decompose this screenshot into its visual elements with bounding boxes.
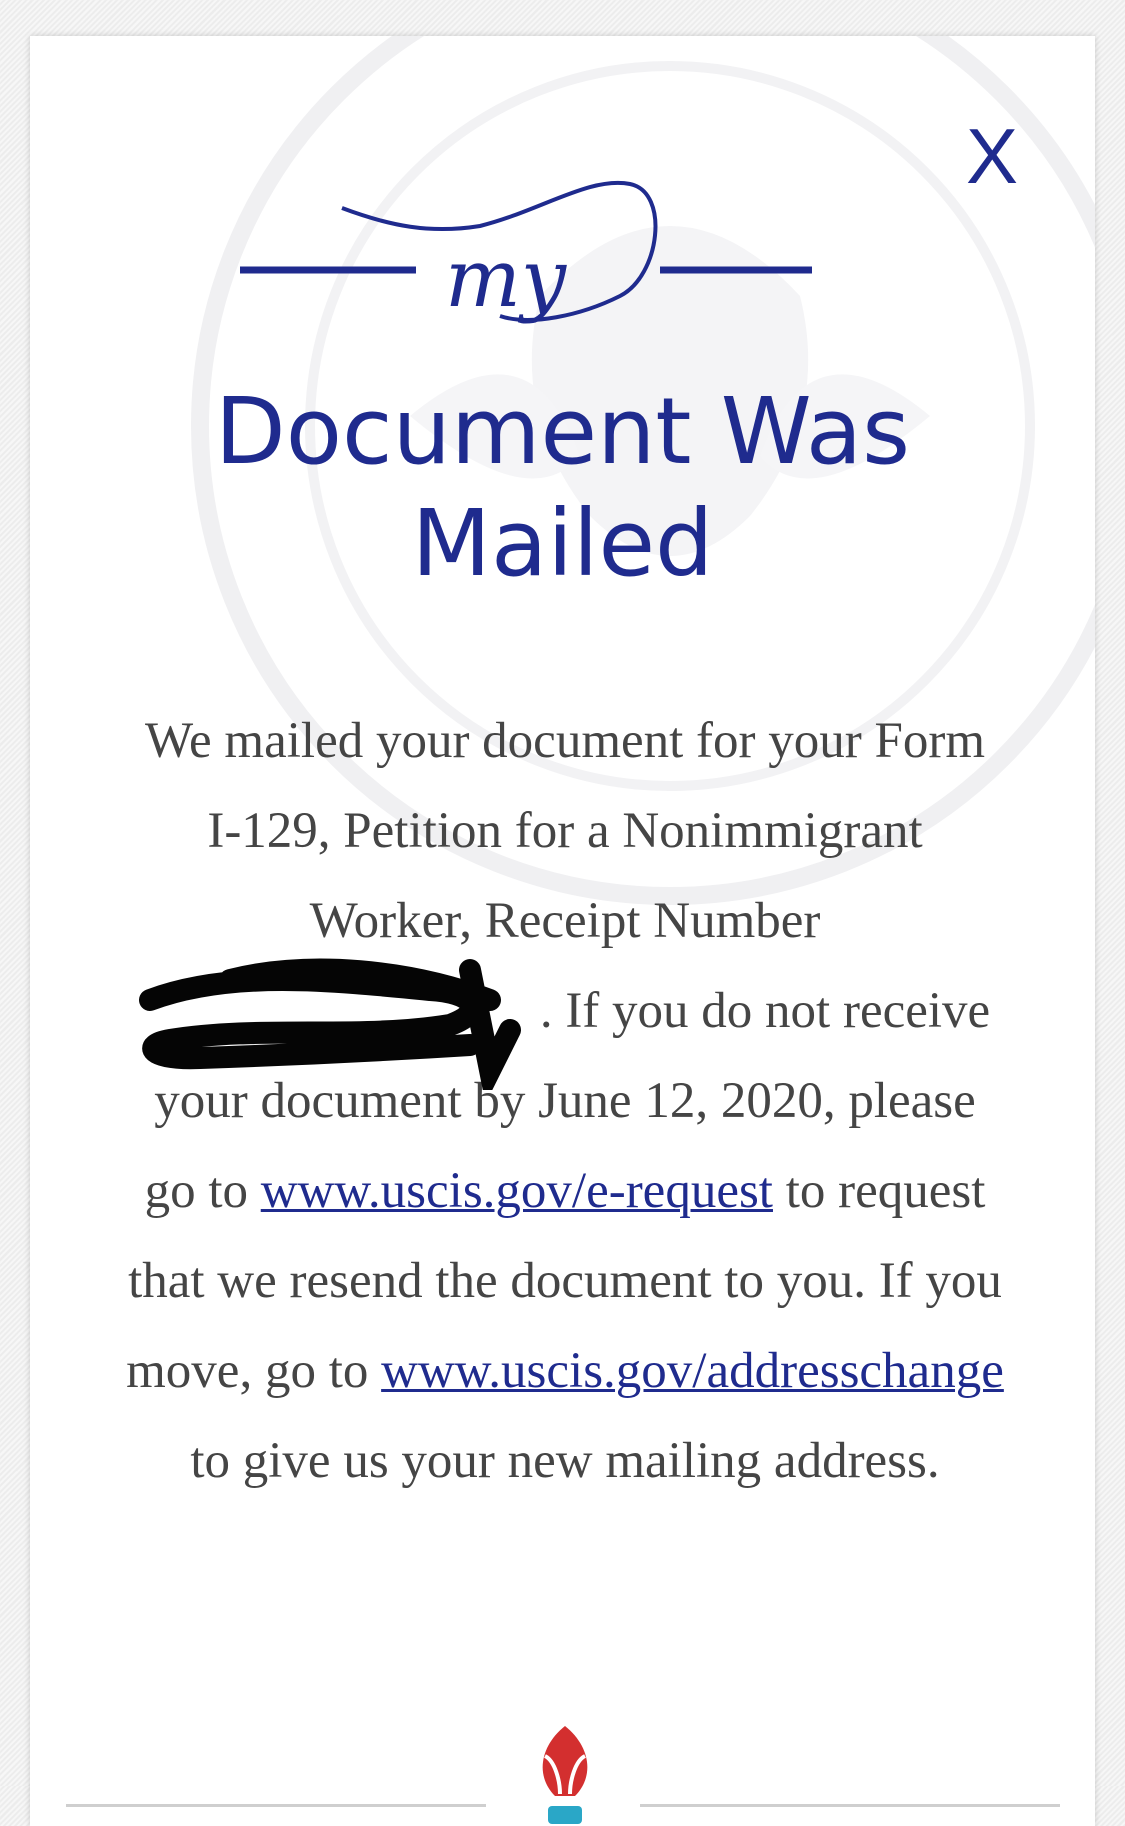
dialog-message: We mailed your document for your Form I-… xyxy=(125,696,1005,1506)
my-uscis-logo: my xyxy=(240,180,812,325)
e-request-link[interactable]: www.uscis.gov/e-request xyxy=(261,1163,773,1219)
footer-divider-left xyxy=(66,1804,486,1807)
dialog-title: Document Was Mailed xyxy=(214,378,911,597)
message-part-1: We mailed your document for your Form I-… xyxy=(144,713,986,949)
redaction-scribble xyxy=(138,958,540,1091)
address-change-link[interactable]: www.uscis.gov/addresschange xyxy=(381,1343,1004,1399)
torch-icon xyxy=(542,1726,588,1824)
logo-script-text: my xyxy=(445,232,568,325)
close-button[interactable]: X xyxy=(952,116,1032,196)
footer-divider-right xyxy=(640,1804,1060,1807)
modal-dialog: X my Document Was Mailed We mailed your … xyxy=(30,36,1095,1826)
message-part-4: to give us your new mailing address. xyxy=(190,1433,940,1489)
